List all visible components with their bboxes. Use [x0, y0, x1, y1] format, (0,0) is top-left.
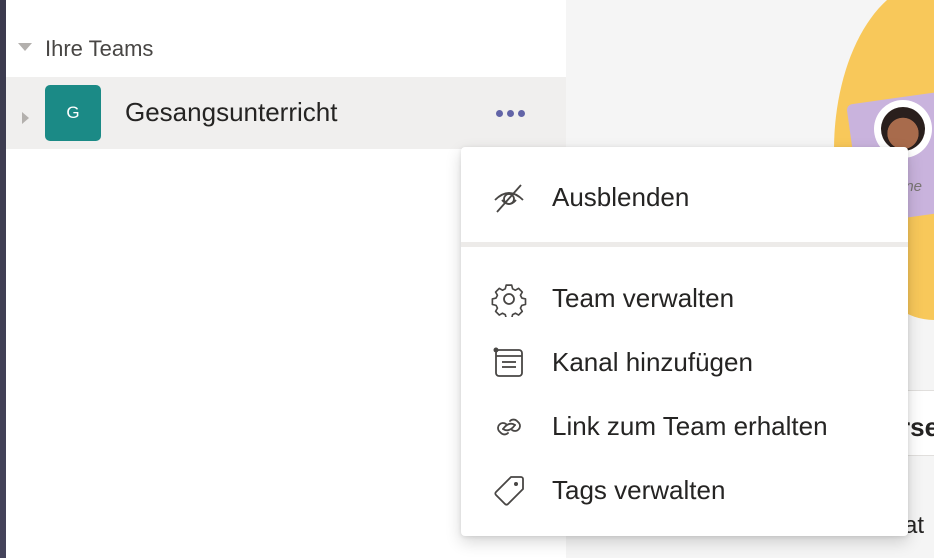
menu-item-label: Link zum Team erhalten	[552, 411, 828, 441]
more-options-icon	[495, 109, 503, 117]
teams-section-header[interactable]: Ihre Teams	[6, 28, 566, 68]
menu-item-label: Tags verwalten	[552, 475, 726, 505]
gear-icon	[491, 284, 527, 317]
menu-item-label: Team verwalten	[552, 283, 735, 313]
link-icon	[497, 418, 521, 436]
menu-divider	[461, 242, 908, 247]
team-context-menu: Ausblenden Team verwalten Kanal hinzufüg…	[461, 147, 908, 536]
menu-item-add-channel[interactable]: Kanal hinzufügen	[461, 332, 908, 390]
team-row[interactable]: G Gesangsunterricht	[6, 77, 566, 149]
more-options-button[interactable]	[490, 95, 530, 131]
channel-icon	[493, 347, 523, 377]
hide-icon	[494, 184, 524, 213]
team-avatar: G	[45, 85, 101, 141]
menu-item-hide[interactable]: Ausblenden	[461, 167, 908, 225]
menu-item-label: Kanal hinzufügen	[552, 347, 753, 377]
menu-item-manage-team[interactable]: Team verwalten	[461, 268, 908, 326]
team-avatar-letter: G	[66, 103, 80, 122]
menu-item-label: Ausblenden	[552, 182, 690, 212]
tag-icon	[494, 476, 524, 506]
menu-item-get-link[interactable]: Link zum Team erhalten	[461, 396, 908, 454]
chevron-right-icon[interactable]	[22, 112, 29, 124]
section-label: Ihre Teams	[45, 36, 154, 61]
chevron-down-icon[interactable]	[18, 43, 32, 51]
team-name: Gesangsunterricht	[125, 97, 338, 127]
menu-item-manage-tags[interactable]: Tags verwalten	[461, 460, 908, 518]
